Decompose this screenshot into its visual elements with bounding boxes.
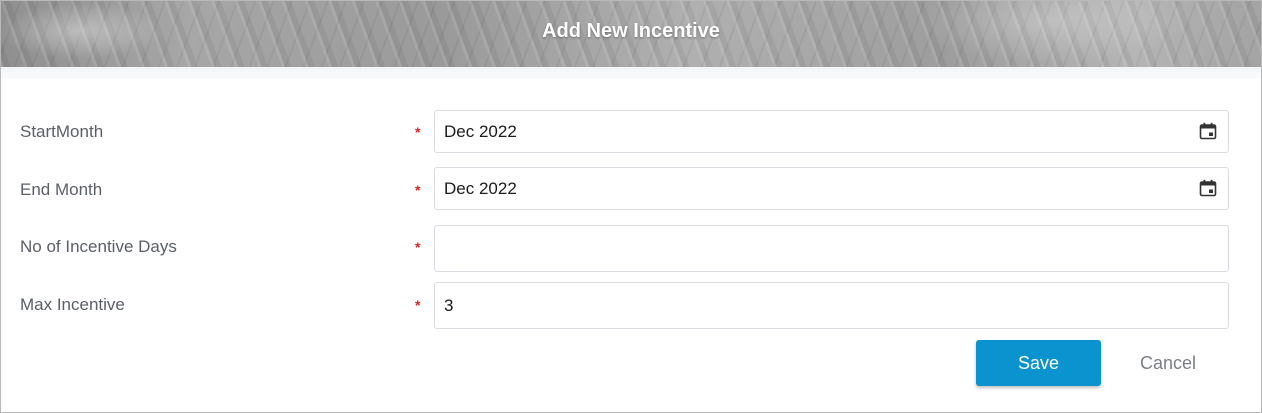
cancel-button[interactable]: Cancel (1123, 340, 1213, 386)
calendar-icon[interactable] (1199, 122, 1217, 140)
dialog-title: Add New Incentive (542, 20, 720, 42)
incentive-days-label: No of Incentive Days (20, 237, 177, 256)
max-incentive-value: 3 (444, 296, 454, 315)
required-indicator: * (415, 124, 421, 140)
start-month-value: Dec 2022 (444, 122, 517, 141)
start-month-row: StartMonth * Dec 2022 (1, 110, 1261, 154)
dialog-header: Add New Incentive (1, 1, 1261, 67)
add-incentive-dialog: Add New Incentive StartMonth * Dec 2022 … (0, 0, 1262, 413)
required-indicator: * (415, 239, 421, 255)
required-indicator: * (415, 297, 421, 313)
max-incentive-input[interactable]: 3 (434, 282, 1229, 329)
end-month-value: Dec 2022 (444, 179, 517, 198)
end-month-label: End Month (20, 180, 103, 199)
max-incentive-row: Max Incentive * 3 (1, 282, 1261, 330)
start-month-picker[interactable]: Dec 2022 (434, 110, 1229, 153)
end-month-picker[interactable]: Dec 2022 (434, 167, 1229, 210)
incentive-days-row: No of Incentive Days * (1, 225, 1261, 273)
save-button[interactable]: Save (976, 340, 1101, 386)
calendar-icon[interactable] (1199, 179, 1217, 197)
start-month-label: StartMonth (20, 122, 104, 141)
required-indicator: * (415, 182, 421, 198)
end-month-row: End Month * Dec 2022 (1, 167, 1261, 211)
header-divider (1, 67, 1261, 79)
incentive-days-input[interactable] (434, 225, 1229, 272)
max-incentive-label: Max Incentive (20, 295, 125, 314)
